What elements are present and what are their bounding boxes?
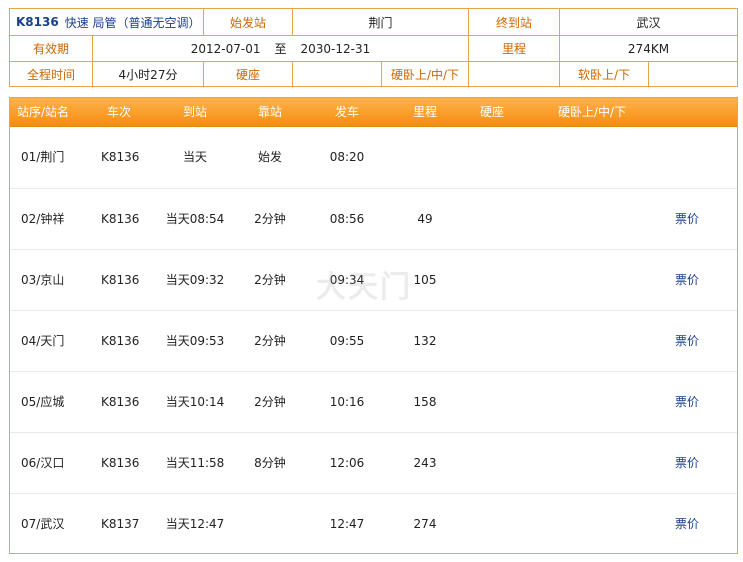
- price-link[interactable]: 票价: [675, 250, 699, 310]
- train-title: K8136 快速 局管（普通无空调）: [10, 9, 203, 35]
- header-train: 车次: [107, 105, 132, 119]
- row-station: 02/钟祥: [21, 212, 65, 226]
- soft-sleeper-label: 软卧上/下: [559, 62, 648, 86]
- row-depart: 12:47: [329, 517, 365, 531]
- row-depart: 12:06: [329, 456, 365, 470]
- row-arrive: 当天12:47: [165, 517, 225, 531]
- hard-seat-label: 硬座: [203, 62, 292, 86]
- row-train: K8136: [101, 273, 140, 287]
- row-distance: [400, 127, 450, 187]
- row-train: K8136: [101, 212, 140, 226]
- table-row: 06/汉口 K8136 当天11:58 8分钟 12:06 243 票价: [10, 432, 737, 493]
- row-dwell: 2分钟: [254, 212, 286, 226]
- row-arrive: 当天09:53: [165, 334, 225, 348]
- price-link[interactable]: 票价: [675, 494, 699, 554]
- row-depart: 10:16: [329, 395, 365, 409]
- row-station: 04/天门: [21, 334, 65, 348]
- row-arrive: 当天09:32: [165, 273, 225, 287]
- table-row: 02/钟祥 K8136 当天08:54 2分钟 08:56 49 票价: [10, 188, 737, 249]
- hard-seat-value: [292, 62, 381, 86]
- price-link[interactable]: 票价: [675, 433, 699, 493]
- row-station: 06/汉口: [21, 456, 65, 470]
- row-distance: 158: [413, 395, 437, 409]
- row-dwell: 2分钟: [254, 273, 286, 287]
- row-station: 01/荆门: [21, 150, 65, 164]
- train-info-table: K8136 快速 局管（普通无空调） 始发站 荆门 终到站 武汉 有效期 201…: [9, 8, 738, 87]
- validity-label: 有效期: [32, 42, 69, 56]
- row-distance: 132: [413, 334, 437, 348]
- table-header: 站序/站名 车次 到站 靠站 发车 里程 硬座 硬卧上/中/下: [10, 98, 737, 127]
- header-hard-sleeper: 硬卧上/中/下: [558, 105, 627, 119]
- row-arrive: 当天11:58: [165, 456, 225, 470]
- table-row: 07/武汉 K8137 当天12:47 12:47 274 票价: [10, 493, 737, 554]
- row-distance: 49: [417, 212, 433, 226]
- info-row-stations: K8136 快速 局管（普通无空调） 始发站 荆门 终到站 武汉: [10, 9, 737, 35]
- terminal-label: 终到站: [468, 9, 559, 35]
- hard-sleeper-value: [468, 62, 559, 86]
- hard-sleeper-label: 硬卧上/中/下: [381, 62, 468, 86]
- price-link[interactable]: 票价: [675, 189, 699, 249]
- train-number: K8136: [16, 15, 59, 29]
- row-train: K8136: [101, 395, 140, 409]
- row-train: K8136: [101, 334, 140, 348]
- row-arrive: 当天10:14: [165, 395, 225, 409]
- duration-label: 全程时间: [26, 67, 75, 82]
- row-depart: 08:56: [329, 212, 365, 226]
- origin-label: 始发站: [203, 9, 292, 35]
- row-train: K8137: [101, 517, 140, 531]
- header-arrive: 到站: [182, 105, 207, 119]
- train-description: 快速 局管（普通无空调）: [64, 15, 201, 30]
- terminal-value: 武汉: [559, 9, 737, 35]
- header-depart: 发车: [334, 105, 359, 119]
- row-station: 07/武汉: [21, 517, 65, 531]
- row-distance: 243: [413, 456, 437, 470]
- price-link[interactable]: 票价: [675, 372, 699, 432]
- validity-from: 2012-07-01: [190, 41, 261, 56]
- price-link[interactable]: 票价: [675, 311, 699, 371]
- row-arrive: 当天08:54: [165, 212, 225, 226]
- soft-sleeper-value: [648, 62, 737, 86]
- row-dwell: 8分钟: [254, 456, 286, 470]
- info-row-duration: 全程时间 4小时27分 硬座 硬卧上/中/下 软卧上/下: [10, 61, 737, 86]
- info-row-validity: 有效期 2012-07-01 至 2030-12-31 里程 274KM: [10, 35, 737, 61]
- row-depart: 09:55: [329, 334, 365, 348]
- validity-to-word: 至: [274, 42, 287, 56]
- row-dwell: [245, 494, 295, 554]
- row-train: K8136: [101, 456, 140, 470]
- origin-value: 荆门: [292, 9, 468, 35]
- table-row: 01/荆门 K8136 当天 始发 08:20: [10, 127, 737, 188]
- row-depart: 08:20: [329, 150, 365, 164]
- mileage-value: 274KM: [559, 36, 737, 61]
- table-row: 04/天门 K8136 当天09:53 2分钟 09:55 132 票价: [10, 310, 737, 371]
- validity-period: 2012-07-01 至 2030-12-31: [92, 36, 468, 61]
- row-train: K8136: [101, 150, 140, 164]
- stop-list-table: 站序/站名 车次 到站 靠站 发车 里程 硬座 硬卧上/中/下 01/荆门 K8…: [9, 97, 738, 554]
- header-station: 站序/站名: [17, 105, 70, 119]
- table-row: 03/京山 K8136 当天09:32 2分钟 09:34 105 票价: [10, 249, 737, 310]
- header-distance: 里程: [412, 105, 437, 119]
- row-dwell: 2分钟: [254, 334, 286, 348]
- table-row: 05/应城 K8136 当天10:14 2分钟 10:16 158 票价: [10, 371, 737, 432]
- header-dwell: 靠站: [257, 105, 282, 119]
- duration-value: 4小时27分: [92, 62, 203, 86]
- row-arrive: 当天: [182, 150, 207, 164]
- row-depart: 09:34: [329, 273, 365, 287]
- header-hard-seat: 硬座: [480, 105, 505, 119]
- row-dwell: 2分钟: [254, 395, 286, 409]
- row-dwell: 始发: [257, 150, 282, 164]
- row-distance: 274: [413, 517, 437, 531]
- row-station: 05/应城: [21, 395, 65, 409]
- mileage-label: 里程: [468, 36, 559, 61]
- row-station: 03/京山: [21, 273, 65, 287]
- validity-to: 2030-12-31: [300, 41, 371, 56]
- row-distance: 105: [413, 273, 437, 287]
